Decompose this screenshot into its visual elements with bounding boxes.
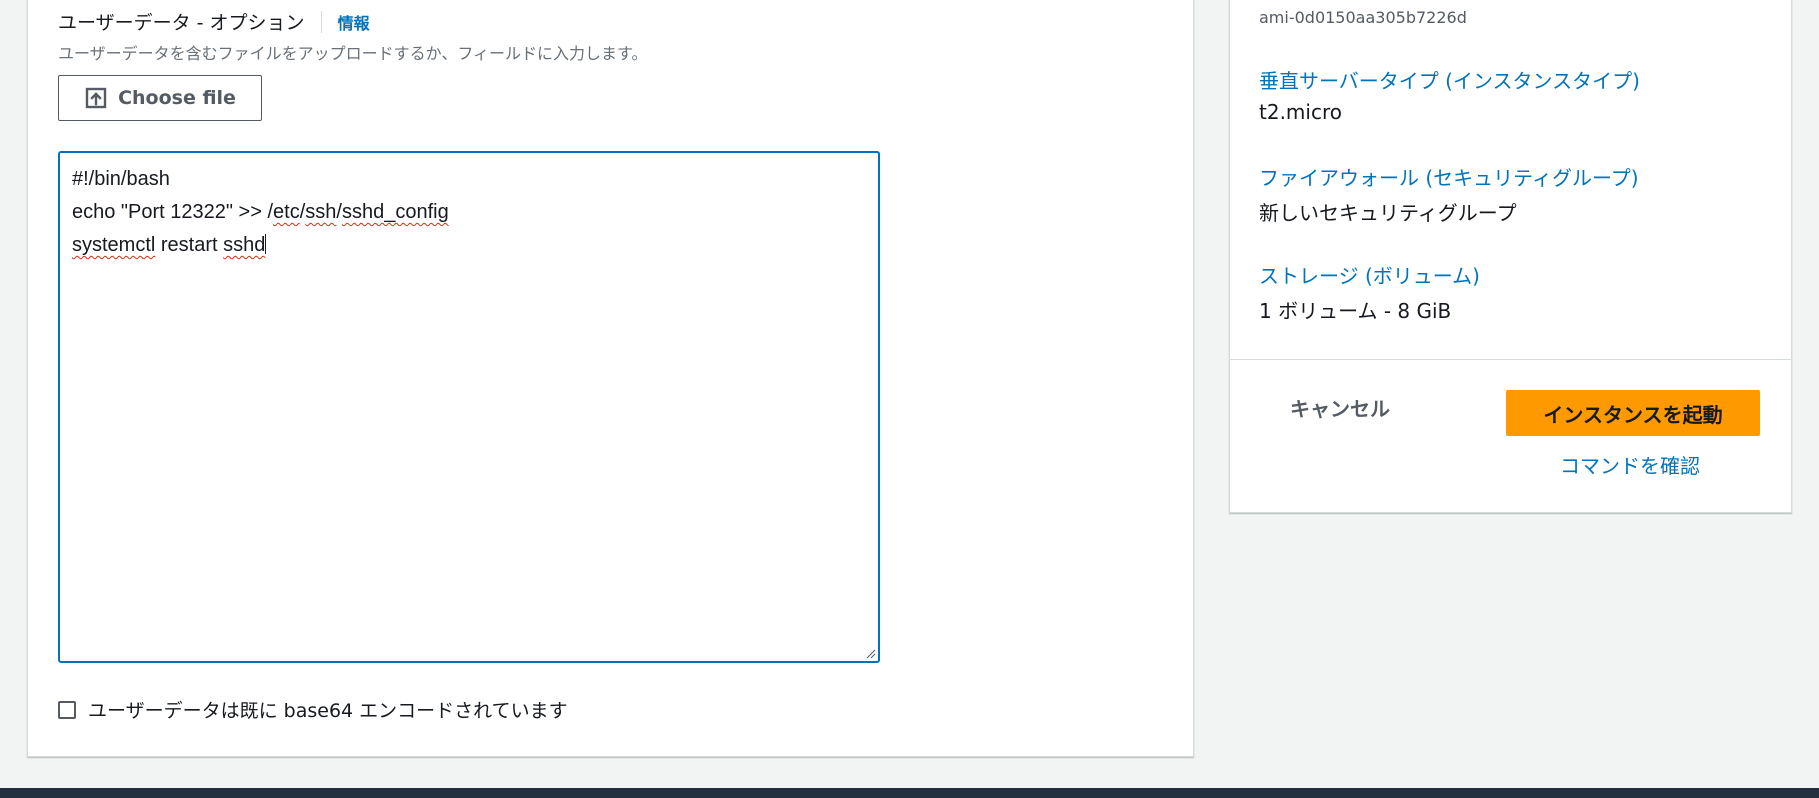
misspelled-word: etc <box>273 201 300 223</box>
code-lines: #!/bin/bash echo "Port 12322" >> /etc/ssh… <box>72 163 866 262</box>
text-cursor <box>265 234 267 254</box>
summary-panel: ami-0d0150aa305b7226d 垂直サーバータイプ (インスタンスタ… <box>1229 0 1792 513</box>
cancel-button[interactable]: キャンセル <box>1290 393 1390 422</box>
misspelled-word: sshd_config <box>341 201 449 223</box>
page-footer <box>0 788 1819 798</box>
instance-type-link[interactable]: 垂直サーバータイプ (インスタンスタイプ) <box>1259 65 1640 94</box>
launch-instance-button[interactable]: インスタンスを起動 <box>1506 390 1760 436</box>
base64-checkbox-label[interactable]: ユーザーデータは既に base64 エンコードされています <box>88 696 568 723</box>
storage-link[interactable]: ストレージ (ボリューム) <box>1259 260 1480 289</box>
code-line: #!/bin/bash <box>72 163 866 196</box>
base64-option: ユーザーデータは既に base64 エンコードされています <box>58 696 568 723</box>
info-link[interactable]: 情報 <box>338 10 370 34</box>
misspelled-word: sshd <box>223 234 266 256</box>
upload-icon <box>85 87 107 109</box>
instance-type-value: t2.micro <box>1259 100 1342 124</box>
code-text: #!/bin/bash <box>72 168 170 190</box>
choose-file-button[interactable]: Choose file <box>58 75 262 121</box>
resize-handle-icon[interactable] <box>864 647 876 659</box>
user-data-panel: ユーザーデータ - オプション 情報 ユーザーデータを含むファイルをアップロード… <box>27 0 1194 757</box>
user-data-title: ユーザーデータ - オプション <box>58 12 305 34</box>
user-data-description: ユーザーデータを含むファイルをアップロードするか、フィールドに入力します。 <box>58 44 648 63</box>
ami-id: ami-0d0150aa305b7226d <box>1259 8 1467 27</box>
choose-file-label: Choose file <box>118 87 236 109</box>
code-line: echo "Port 12322" >> /etc/ssh/sshd_confi… <box>72 196 866 229</box>
summary-divider <box>1230 359 1791 360</box>
misspelled-word: ssh <box>305 201 337 223</box>
user-data-textarea[interactable]: #!/bin/bash echo "Port 12322" >> /etc/ssh… <box>58 151 880 663</box>
user-data-header: ユーザーデータ - オプション 情報 <box>58 8 370 35</box>
misspelled-word: systemctl <box>72 234 156 256</box>
code-line: systemctl restart sshd <box>72 229 866 262</box>
firewall-link[interactable]: ファイアウォール (セキュリティグループ) <box>1259 162 1639 191</box>
code-text: restart <box>155 234 224 256</box>
code-text: echo "Port 12322" >> / <box>72 201 274 223</box>
header-divider <box>320 10 322 33</box>
base64-checkbox[interactable] <box>58 700 76 719</box>
review-commands-link[interactable]: コマンドを確認 <box>1560 450 1700 479</box>
firewall-value: 新しいセキュリティグループ <box>1259 201 1517 225</box>
storage-value: 1 ボリューム - 8 GiB <box>1259 299 1452 323</box>
